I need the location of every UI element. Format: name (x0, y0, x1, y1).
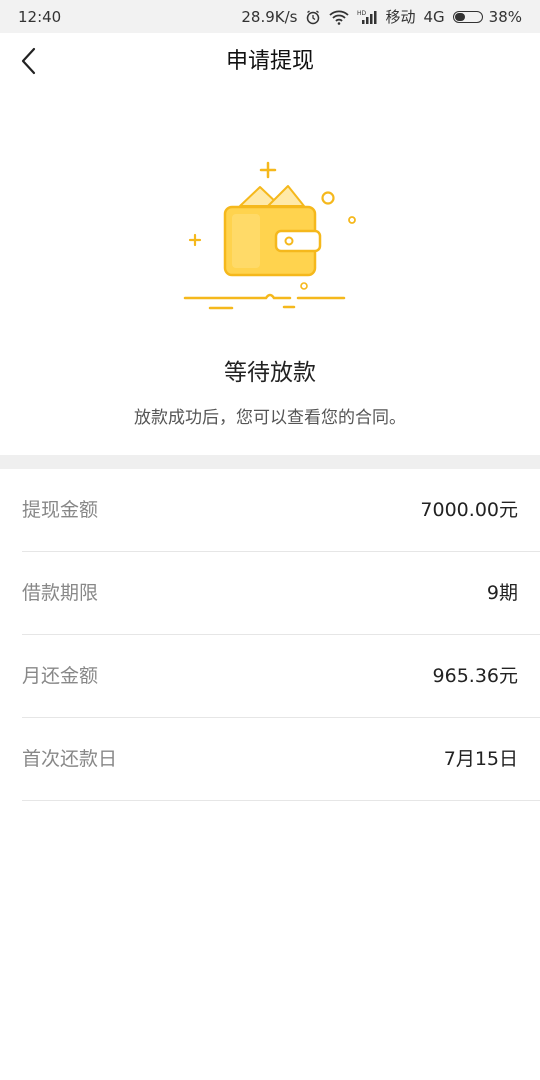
section-divider (0, 455, 540, 469)
status-bar: 12:40 28.9K/s HD 移动 4G 38% (0, 0, 540, 33)
status-subtitle: 放款成功后，您可以查看您的合同。 (134, 408, 406, 428)
navigation-bar: 申请提现 (0, 33, 540, 91)
battery-level-fill (454, 12, 466, 21)
wifi-icon (329, 9, 350, 25)
detail-row-amount: 提现金额 7000.00元 (22, 469, 540, 552)
hd-signal-icon: HD (357, 9, 377, 25)
battery-percent: 38% (488, 7, 522, 26)
carrier-name: 移动 (385, 8, 416, 26)
detail-value: 7000.00元 (420, 499, 518, 521)
alarm-icon (305, 9, 321, 25)
detail-label: 月还金额 (22, 665, 99, 687)
detail-row-first-due-date: 首次还款日 7月15日 (22, 718, 540, 801)
chevron-left-icon (20, 47, 40, 79)
wallet-icon (180, 151, 360, 325)
withdrawal-details: 提现金额 7000.00元 借款期限 9期 月还金额 965.36元 首次还款日… (0, 469, 540, 801)
detail-value: 9期 (486, 582, 518, 604)
status-indicators: 28.9K/s HD 移动 4G 38% (241, 6, 522, 27)
detail-value: 965.36元 (432, 665, 518, 687)
detail-row-term: 借款期限 9期 (22, 552, 540, 635)
status-hero: 等待放款 放款成功后，您可以查看您的合同。 (0, 91, 540, 455)
network-type: 4G (423, 7, 445, 26)
battery-icon (452, 10, 483, 23)
battery-indicator: 38% (452, 7, 522, 26)
detail-value: 7月15日 (443, 748, 518, 770)
detail-label: 首次还款日 (22, 748, 118, 770)
status-time: 12:40 (18, 7, 62, 26)
network-speed: 28.9K/s (241, 7, 298, 26)
detail-label: 提现金额 (22, 499, 99, 521)
page-title: 申请提现 (225, 49, 314, 74)
status-title: 等待放款 (224, 360, 316, 386)
back-button[interactable] (10, 43, 50, 83)
svg-text:HD: HD (357, 10, 367, 17)
detail-label: 借款期限 (22, 582, 99, 604)
detail-row-monthly-payment: 月还金额 965.36元 (22, 635, 540, 718)
